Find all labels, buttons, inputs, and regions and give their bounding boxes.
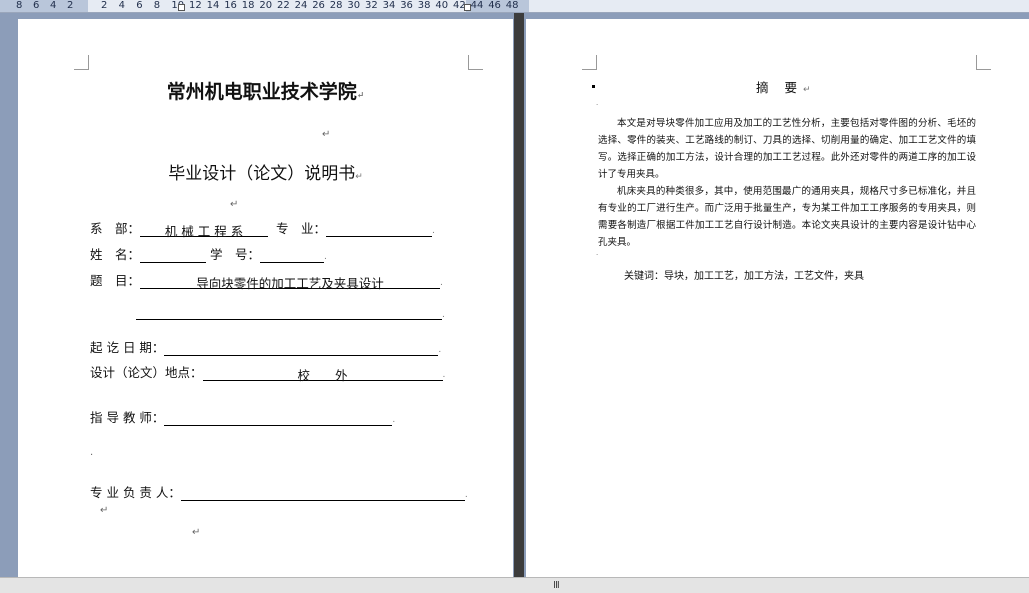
page-abstract[interactable]: 摘 要↵ . 本文是对导块零件加工应用及加工的工艺性分析，主要包括对零件图的分析… [526, 19, 1029, 579]
indent-marker[interactable] [178, 4, 185, 11]
location-label: 设计（论文）地点： [90, 365, 203, 380]
location-value[interactable]: 校 外 [202, 365, 443, 383]
ruler-tick-label: 26 [312, 0, 325, 11]
topic-label: 题 目： [90, 273, 141, 288]
topic-value[interactable]: 导向块零件的加工工艺及夹具设计 [140, 273, 441, 291]
abstract-body: 本文是对导块零件加工应用及加工的工艺性分析，主要包括对零件图的分析、毛坯的选择、… [598, 115, 976, 251]
paragraph-mark: . [596, 99, 599, 107]
ruler-left-margin [0, 0, 88, 12]
ruler-tick-label: 36 [400, 0, 413, 11]
paragraph-mark: ↵ [230, 199, 239, 210]
ruler-tick-label: 32 [365, 0, 378, 11]
location-row: 设计（论文）地点：校 外. [90, 365, 446, 383]
department-row: 系 部：机 械 工 程 系 专 业：. [90, 221, 435, 239]
topic-row: 题 目： 导向块零件的加工工艺及夹具设计. [90, 273, 443, 291]
name-label: 姓 名： [90, 247, 141, 262]
student-id-value[interactable] [260, 247, 325, 263]
student-id-label: 学 号： [210, 247, 261, 262]
document-workspace[interactable]: 常州机电职业技术学院↵ ↵ 毕业设计（论文）说明书↵ ↵ 系 部：机 械 工 程… [0, 13, 1029, 579]
ruler-tick-label: 8 [153, 0, 161, 11]
ruler-tick-label: 4 [50, 0, 57, 11]
program-head-label: 专 业 负 责 人： [90, 485, 181, 500]
crop-mark [976, 55, 991, 70]
department-label: 系 部： [90, 221, 141, 236]
horizontal-scrollbar[interactable]: III [0, 577, 1029, 593]
page-cover[interactable]: 常州机电职业技术学院↵ ↵ 毕业设计（论文）说明书↵ ↵ 系 部：机 械 工 程… [18, 19, 513, 579]
program-head-value[interactable] [180, 485, 465, 501]
ruler-tick-label: 46 [488, 0, 501, 11]
ruler-tick-label: 14 [206, 0, 220, 11]
paragraph-mark: . [90, 447, 94, 458]
topic-row-2: . [136, 304, 445, 320]
date-row: 起 讫 日 期：. [90, 340, 442, 356]
keywords-row: 关键词：导块，加工工艺，加工方法，工艺文件，夹具 [624, 267, 864, 282]
ruler-tick-label: 44 [470, 0, 484, 11]
crop-mark [582, 55, 597, 70]
keywords-value: 导块，加工工艺，加工方法，工艺文件，夹具 [664, 271, 864, 282]
scroll-grip-icon[interactable]: III [553, 580, 560, 591]
page-divider [514, 13, 524, 577]
major-value[interactable] [325, 221, 432, 237]
ruler-tick-label: 12 [189, 0, 202, 11]
crop-mark [74, 55, 89, 70]
ruler-tick-label: 2 [101, 0, 108, 11]
ruler-tick-label: 8 [16, 0, 23, 11]
name-row: 姓 名： 学 号：. [90, 247, 327, 263]
document-title: 毕业设计（论文）说明书↵ [168, 164, 363, 184]
program-head-row: 专 业 负 责 人：. [90, 485, 468, 501]
ruler-tick-label: 20 [259, 0, 273, 11]
ruler-tick-label: 4 [118, 0, 125, 11]
ruler-tick-label: 24 [294, 0, 308, 11]
ruler-tick-label: 6 [33, 0, 40, 11]
right-indent-marker[interactable] [464, 4, 471, 11]
topic-value-line2[interactable] [136, 304, 442, 320]
advisor-row: 指 导 教 师：. [90, 410, 396, 426]
date-label: 起 讫 日 期： [90, 340, 165, 355]
ruler-tick-label: 40 [435, 0, 449, 11]
advisor-label: 指 导 教 师： [90, 410, 165, 425]
department-value[interactable]: 机 械 工 程 系 [140, 221, 269, 239]
paragraph-mark: ↵ [322, 129, 331, 140]
major-label: 专 业： [275, 221, 326, 236]
name-value[interactable] [140, 247, 207, 263]
abstract-paragraph-2: 机床夹具的种类很多，其中，使用范围最广的通用夹具，规格尺寸多已标准化，并且有专业… [598, 186, 976, 248]
paragraph-mark: ↵ [192, 527, 201, 538]
keywords-label: 关键词： [624, 271, 664, 282]
ruler-tick-label: 28 [329, 0, 343, 11]
ruler-tick-label: 34 [382, 0, 396, 11]
paragraph-bullet [592, 85, 595, 88]
abstract-title: 摘 要↵ [756, 80, 811, 95]
date-value[interactable] [164, 340, 439, 356]
ruler-tick-label: 48 [505, 0, 519, 11]
ruler-tick-label: 2 [67, 0, 74, 11]
advisor-value[interactable] [164, 410, 393, 426]
ruler-tick-label: 30 [347, 0, 361, 11]
school-name: 常州机电职业技术学院↵ [166, 81, 365, 103]
horizontal-ruler[interactable]: 8642246810121416182022242628303234363840… [0, 0, 1029, 13]
paragraph-mark: ↵ [100, 505, 109, 516]
ruler-tick-label: 38 [417, 0, 431, 11]
ruler-tick-label: 16 [224, 0, 237, 11]
paragraph-mark: . [596, 249, 599, 257]
crop-mark [468, 55, 483, 70]
ruler-tick-label: 6 [136, 0, 143, 11]
ruler-tick-label: 22 [277, 0, 290, 11]
abstract-paragraph-1: 本文是对导块零件加工应用及加工的工艺性分析，主要包括对零件图的分析、毛坯的选择、… [598, 118, 976, 180]
ruler-tick-label: 18 [241, 0, 255, 11]
